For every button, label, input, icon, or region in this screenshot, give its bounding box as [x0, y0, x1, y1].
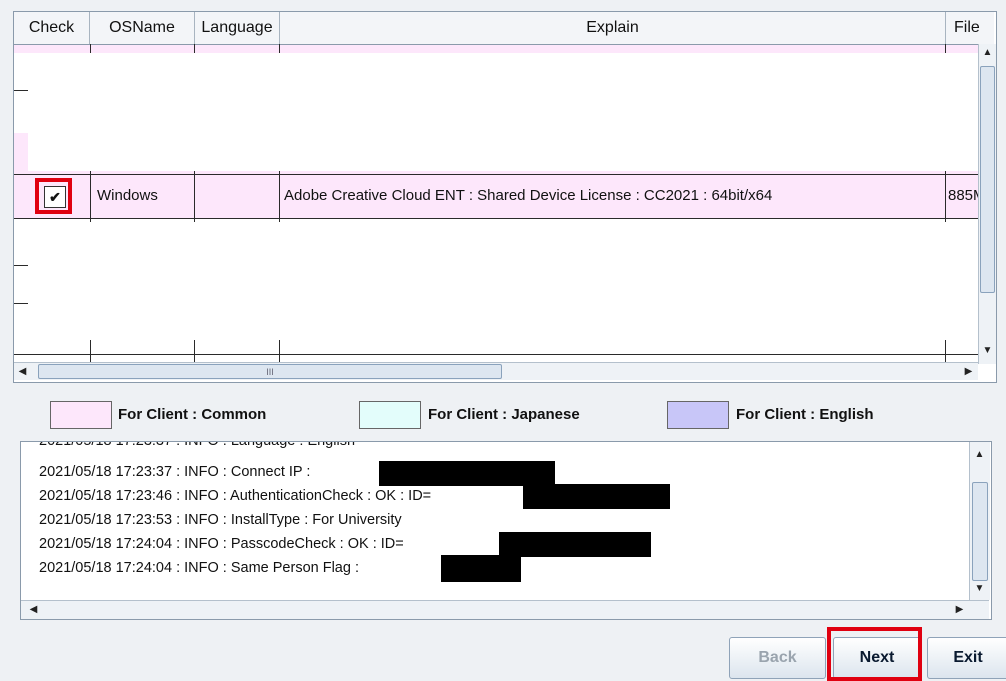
row-explain: Adobe Creative Cloud ENT : Shared Device…	[284, 187, 773, 204]
scroll-left-icon[interactable]: ◀	[14, 363, 31, 380]
scroll-right-icon[interactable]: ▶	[951, 601, 968, 618]
scroll-right-icon[interactable]: ▶	[960, 363, 977, 380]
table-row[interactable]	[14, 45, 979, 53]
row-file: 885M	[948, 187, 978, 204]
row-osname: Windows	[97, 187, 158, 204]
log-panel[interactable]: 2021/05/18 17:23:37 : INFO : Language : …	[20, 441, 992, 620]
grid-line	[14, 354, 978, 355]
scroll-left-icon[interactable]: ◀	[25, 601, 42, 618]
grid-line	[14, 90, 28, 91]
legend-label-japanese: For Client : Japanese	[428, 406, 580, 423]
col-header-language[interactable]: Language	[195, 12, 280, 44]
highlight-next	[827, 627, 922, 681]
blank-area	[28, 222, 980, 340]
log-line: 2021/05/18 17:24:04 : INFO : Same Person…	[39, 560, 359, 576]
hscroll-thumb[interactable]: III	[38, 364, 502, 379]
scroll-thumb[interactable]	[980, 66, 995, 293]
legend-label-common: For Client : Common	[118, 406, 267, 423]
legend-swatch-english	[667, 401, 729, 429]
col-header-file[interactable]: File	[946, 12, 994, 44]
log-hscrollbar[interactable]: ◀ ▶	[21, 600, 989, 619]
redaction	[441, 555, 521, 582]
scroll-up-icon[interactable]: ▲	[979, 44, 996, 61]
grid-line	[14, 174, 978, 175]
thumb-grip: III	[266, 366, 274, 377]
scroll-up-icon[interactable]: ▲	[971, 446, 988, 463]
col-header-explain[interactable]: Explain	[280, 12, 946, 44]
exit-button[interactable]: Exit	[927, 637, 1006, 679]
redaction	[379, 461, 555, 486]
grid-line	[14, 265, 28, 266]
log-line: 2021/05/18 17:23:37 : INFO : Connect IP …	[39, 464, 311, 480]
log-scroll-thumb[interactable]	[972, 482, 988, 581]
grid-line	[14, 303, 28, 304]
col-header-check[interactable]: Check	[14, 12, 90, 44]
table-header: Check OSName Language Explain File	[14, 12, 994, 45]
legend-label-english: For Client : English	[736, 406, 874, 423]
legend-swatch-japanese	[359, 401, 421, 429]
col-header-osname[interactable]: OSName	[90, 12, 195, 44]
grid-line	[14, 218, 978, 219]
back-button[interactable]: Back	[729, 637, 826, 679]
log-vscrollbar[interactable]: ▲ ▼	[969, 442, 990, 600]
table-row[interactable]	[14, 344, 979, 362]
scroll-down-icon[interactable]: ▼	[979, 342, 996, 359]
table-hscrollbar[interactable]: ◀ III ▶	[14, 362, 978, 380]
highlight-checkbox	[35, 178, 72, 214]
blank-area	[28, 53, 980, 171]
log-line: 2021/05/18 17:24:04 : INFO : PasscodeChe…	[39, 536, 404, 552]
redaction	[499, 532, 651, 557]
scroll-down-icon[interactable]: ▼	[971, 580, 988, 597]
log-line: 2021/05/18 17:23:53 : INFO : InstallType…	[39, 512, 402, 528]
legend-swatch-common	[50, 401, 112, 429]
redaction	[523, 484, 670, 509]
log-line: 2021/05/18 17:23:46 : INFO : Authenticat…	[39, 488, 432, 504]
log-line: 2021/05/18 17:23:37 : INFO : Language : …	[39, 441, 356, 449]
table-vscrollbar[interactable]: ▲ ▼	[978, 44, 996, 364]
